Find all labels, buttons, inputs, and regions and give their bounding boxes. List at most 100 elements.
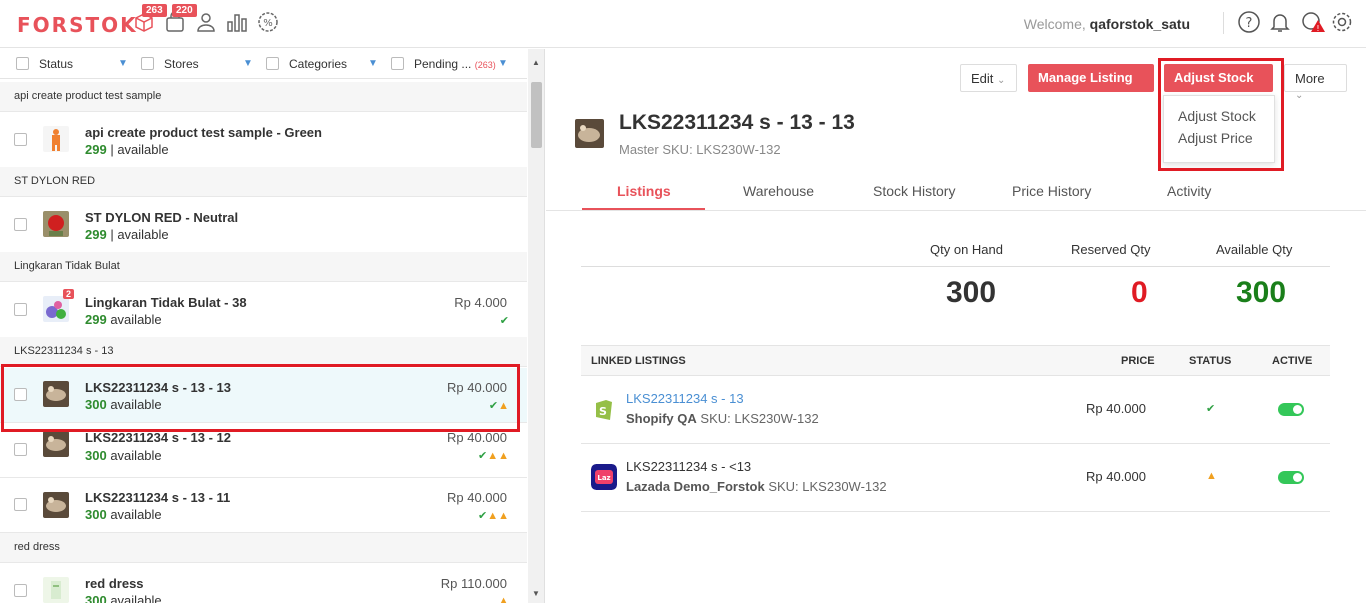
listing-link[interactable]: LKS22311234 s - 13	[626, 391, 744, 406]
row-checkbox[interactable]	[14, 133, 27, 146]
categories-filter[interactable]: Categories	[289, 57, 347, 71]
product-name: Lingkaran Tidak Bulat - 38	[85, 295, 247, 310]
status-icons: ✔	[500, 314, 509, 327]
group-header: red dress	[0, 533, 527, 563]
active-tab-indicator	[582, 208, 705, 210]
check-icon: ✔	[478, 510, 488, 522]
list-item[interactable]: 2 Lingkaran Tidak Bulat - 38 299 availab…	[0, 283, 527, 338]
group-header: Lingkaran Tidak Bulat	[0, 252, 527, 282]
list-item[interactable]: red dress 300 available Rp 110.000 ▲	[0, 564, 527, 603]
scrollbar-thumb[interactable]	[531, 82, 542, 148]
qty-value: 299	[85, 142, 107, 157]
chart-icon[interactable]	[225, 10, 249, 34]
more-button[interactable]: More ⌄	[1284, 64, 1347, 101]
availability: 299 | available	[85, 227, 169, 242]
row-checkbox[interactable]	[14, 443, 27, 456]
master-sku: Master SKU: LKS230W-132	[619, 142, 781, 157]
lazada-logo: Laz	[591, 464, 617, 490]
alert-icon[interactable]: !	[1300, 10, 1325, 34]
product-price: Rp 40.000	[447, 490, 507, 505]
qty-on-hand-label: Qty on Hand	[930, 242, 1003, 257]
tab-listings[interactable]: Listings	[617, 183, 671, 199]
availability: 300 available	[85, 507, 162, 522]
status-filter[interactable]: Status	[39, 57, 73, 71]
user-icon[interactable]	[194, 10, 218, 34]
list-item[interactable]: LKS22311234 s - 13 - 11 300 available Rp…	[0, 478, 527, 533]
linked-listing-row: S LKS22311234 s - 13 Shopify QA SKU: LKS…	[581, 376, 1330, 444]
tab-price-history[interactable]: Price History	[1012, 183, 1091, 199]
pending-count: (263)	[474, 60, 496, 70]
linked-listings-title: LINKED LISTINGS	[591, 355, 686, 367]
listing-price: Rp 40.000	[1086, 469, 1146, 484]
lazada-logo-text: Laz	[597, 474, 610, 482]
chevron-down-icon[interactable]: ▼	[498, 58, 508, 69]
product-thumbnail	[43, 296, 69, 322]
list-item[interactable]: ST DYLON RED - Neutral 299 | available	[0, 198, 527, 253]
filter-bar: Status ▼ Stores ▼ Categories ▼ Pending .…	[0, 49, 527, 79]
row-checkbox[interactable]	[14, 498, 27, 511]
help-icon[interactable]: ?	[1237, 10, 1261, 34]
row-checkbox[interactable]	[14, 218, 27, 231]
categories-checkbox[interactable]	[266, 57, 279, 70]
active-toggle[interactable]	[1278, 403, 1304, 416]
active-toggle[interactable]	[1278, 471, 1304, 484]
availability: 300 available	[85, 448, 162, 463]
product-price: Rp 40.000	[447, 430, 507, 445]
stores-checkbox[interactable]	[141, 57, 154, 70]
warning-icon: ▲▲	[487, 510, 509, 522]
gear-icon[interactable]	[1330, 10, 1354, 34]
group-header: api create product test sample	[0, 82, 527, 112]
avail-label: available	[110, 448, 162, 463]
bell-icon[interactable]	[1268, 10, 1292, 34]
username[interactable]: qaforstok_satu	[1090, 16, 1190, 32]
stores-filter[interactable]: Stores	[164, 57, 199, 71]
tab-activity[interactable]: Activity	[1167, 183, 1211, 199]
availability: 300 available	[85, 593, 162, 603]
row-checkbox[interactable]	[14, 303, 27, 316]
listing-sku: SKU: LKS230W-132	[700, 411, 819, 426]
product-price: Rp 110.000	[440, 576, 507, 591]
product-detail-panel: Edit ⌄ Manage Listing ⌄ Adjust Stock ⌄ M…	[546, 49, 1366, 603]
check-icon: ✔	[499, 315, 509, 327]
group-header: ST DYLON RED	[0, 167, 527, 197]
reserved-qty-label: Reserved Qty	[1071, 242, 1151, 257]
row-checkbox[interactable]	[14, 584, 27, 597]
list-item[interactable]: api create product test sample - Green 2…	[0, 113, 527, 168]
edit-button[interactable]: Edit ⌄	[960, 64, 1017, 92]
qty-value: 300	[85, 448, 107, 463]
discount-icon[interactable]: %	[256, 10, 280, 34]
pending-checkbox[interactable]	[391, 57, 404, 70]
chevron-down-icon[interactable]: ▼	[118, 58, 128, 69]
status-icons: ✔▲▲	[478, 509, 509, 522]
highlight-box	[1158, 58, 1284, 171]
store-name: Shopify QA	[626, 411, 697, 426]
scroll-down-arrow[interactable]: ▼	[532, 589, 540, 598]
product-thumbnail	[43, 211, 69, 237]
product-thumbnail	[43, 577, 69, 603]
qty-value: 299	[85, 227, 107, 242]
listing-price: Rp 40.000	[1086, 401, 1146, 416]
status-column-header: STATUS	[1189, 355, 1232, 367]
items-badge: 220	[172, 4, 197, 17]
manage-listing-button[interactable]: Manage Listing ⌄	[1028, 64, 1154, 100]
edit-label: Edit	[971, 71, 994, 86]
tab-stock-history[interactable]: Stock History	[873, 183, 955, 199]
product-thumbnail	[43, 126, 69, 152]
svg-text:?: ?	[1246, 16, 1253, 31]
chevron-down-icon[interactable]: ▼	[243, 58, 253, 69]
scroll-up-arrow[interactable]: ▲	[532, 58, 540, 67]
available-qty-value: 300	[1236, 276, 1287, 309]
forstok-logo[interactable]: FORSTOK	[17, 13, 138, 37]
listing-name: LKS22311234 s - <13	[626, 459, 752, 474]
availability: 299 | available	[85, 142, 169, 157]
chevron-down-icon[interactable]: ▼	[368, 58, 378, 69]
qty-on-hand-value: 300	[946, 276, 997, 309]
more-label: More	[1295, 71, 1325, 86]
product-thumbnail	[43, 431, 69, 457]
product-list-panel: Status ▼ Stores ▼ Categories ▼ Pending .…	[0, 49, 545, 603]
chevron-down-icon: ⌄	[1295, 90, 1304, 101]
tab-warehouse[interactable]: Warehouse	[743, 183, 814, 199]
select-all-checkbox[interactable]	[16, 57, 29, 70]
pending-filter[interactable]: Pending ... (263)	[414, 57, 496, 71]
product-name: red dress	[85, 576, 144, 591]
